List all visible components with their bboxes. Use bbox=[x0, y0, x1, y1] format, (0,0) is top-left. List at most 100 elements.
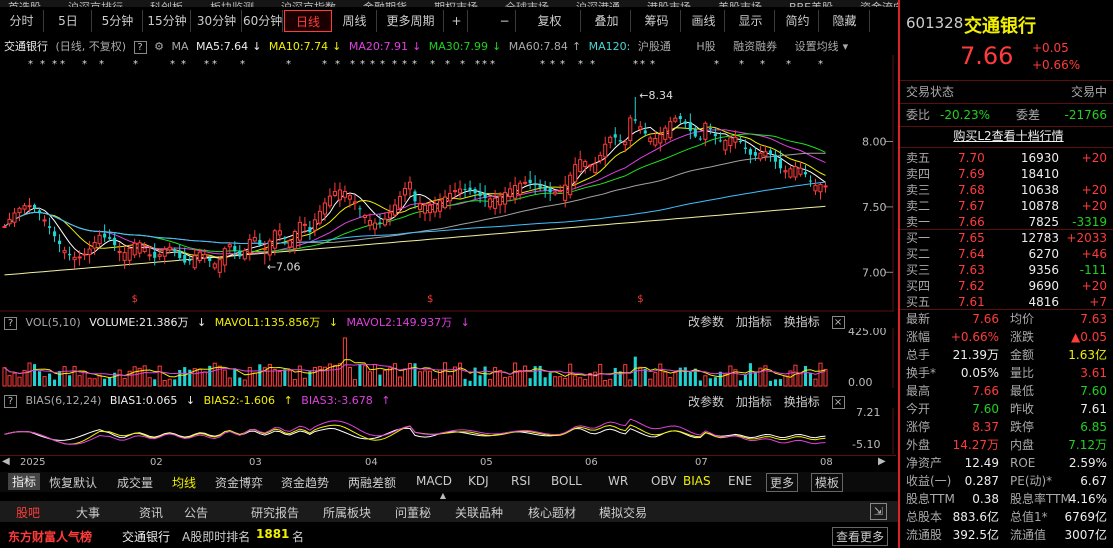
bottom-tab[interactable]: 问董秘 bbox=[395, 504, 431, 521]
bias-help-icon[interactable]: ? bbox=[4, 394, 17, 408]
view-more-button[interactable]: 查看更多 bbox=[832, 527, 889, 546]
settings-gear-icon[interactable]: ⚙ bbox=[154, 40, 164, 53]
timeframe-button[interactable]: 复权 bbox=[519, 10, 581, 32]
scroll-left-icon[interactable]: ◀ bbox=[2, 456, 10, 467]
vol-add-button[interactable]: 加指标 bbox=[736, 315, 772, 329]
timeframe-button[interactable]: 显示 bbox=[727, 10, 775, 32]
bottom-tab[interactable]: 大事 bbox=[76, 504, 100, 521]
set-ma-link[interactable]: 设置均线 bbox=[795, 40, 839, 53]
menu-item[interactable]: 科创板 bbox=[150, 2, 183, 7]
menu-item[interactable]: 沪深京排行 bbox=[68, 2, 123, 7]
collapse-panel-icon[interactable]: ⇲ bbox=[870, 503, 887, 520]
bottom-tab[interactable]: 资讯 bbox=[139, 504, 163, 521]
indicator-tab[interactable]: 更多 bbox=[766, 473, 799, 492]
menu-item[interactable]: 美股市场 bbox=[718, 2, 762, 7]
indicator-tab[interactable]: KDJ bbox=[468, 474, 489, 488]
indicator-tab[interactable]: WR bbox=[608, 474, 628, 488]
bias-add-button[interactable]: 加指标 bbox=[736, 395, 772, 409]
bias-params-button[interactable]: 改参数 bbox=[688, 395, 724, 409]
indicator-tab[interactable]: 资金趋势 bbox=[281, 474, 329, 491]
dividend-marker-icon[interactable]: $ bbox=[637, 294, 643, 305]
timeframe-button[interactable]: 60分钟 bbox=[243, 10, 283, 32]
timeframe-button[interactable]: 5分钟 bbox=[93, 10, 143, 32]
volume-bar bbox=[407, 363, 413, 387]
buy-l2-link[interactable]: 购买L2查看十档行情 bbox=[906, 128, 1111, 145]
bottom-tab[interactable]: 模拟交易 bbox=[599, 504, 647, 521]
dropdown-icon[interactable]: ▾ bbox=[843, 40, 849, 53]
bottom-tabs: 股吧 大事 资讯 公告 研究报告 所属板块 问董秘 关联品种 核心题材 模拟交易 bbox=[0, 501, 900, 522]
indicator-tab[interactable]: 成交量 bbox=[117, 474, 153, 491]
stat-value: 4.16% bbox=[1068, 492, 1107, 506]
kline-chart[interactable]: 8.00 7.50 7.00 ←8.34 ←7.06 $ $ $ bbox=[0, 55, 896, 312]
indicator-tab[interactable]: OBV bbox=[651, 474, 677, 488]
timeframe-button[interactable]: 叠加 bbox=[583, 10, 631, 32]
timeframe-button[interactable]: 简约 bbox=[777, 10, 819, 32]
collapse-arrow-icon[interactable]: ▲ bbox=[436, 492, 450, 500]
indicator-tab[interactable]: MACD bbox=[416, 474, 452, 488]
bias-change-button[interactable]: 换指标 bbox=[784, 395, 820, 409]
menu-item[interactable]: 板块监测 bbox=[210, 2, 254, 7]
bottom-tab[interactable]: 公告 bbox=[184, 504, 208, 521]
vol-change-button[interactable]: 换指标 bbox=[784, 315, 820, 329]
timeframe-button[interactable]: 30分钟 bbox=[192, 10, 242, 32]
menu-item[interactable]: BBE美股 bbox=[789, 2, 833, 7]
indicator-tab[interactable]: 资金博弈 bbox=[215, 474, 263, 491]
volume-bar bbox=[58, 370, 62, 386]
volume-bar bbox=[598, 363, 603, 387]
indicator-tab[interactable]: BIAS bbox=[683, 474, 711, 488]
timeframe-button[interactable]: 5日 bbox=[45, 10, 92, 32]
indicator-tab[interactable]: 恢复默认 bbox=[49, 474, 97, 491]
dividend-marker-icon[interactable]: $ bbox=[132, 294, 138, 305]
bottom-tab[interactable]: 所属板块 bbox=[323, 504, 371, 521]
bottom-tab[interactable]: 研究报告 bbox=[251, 504, 299, 521]
indicator-tab[interactable]: 模板 bbox=[811, 473, 844, 492]
timeframe-button[interactable]: 分时 bbox=[0, 10, 44, 32]
indicator-tab[interactable]: RSI bbox=[511, 474, 531, 488]
volume-bar bbox=[818, 362, 823, 387]
timeframe-button[interactable]: − bbox=[494, 10, 516, 32]
timeframe-button[interactable]: 画线 bbox=[683, 10, 725, 32]
menu-item[interactable]: 港股市场 bbox=[647, 2, 691, 7]
timeframe-button[interactable]: 15分钟 bbox=[144, 10, 191, 32]
volume-bar bbox=[422, 370, 428, 387]
bottom-tab[interactable]: 核心题材 bbox=[528, 504, 576, 521]
menu-item[interactable]: 沪深京指数 bbox=[281, 2, 336, 7]
timeframe-button[interactable]: + bbox=[446, 10, 468, 32]
timeframe-button[interactable]: 筹码 bbox=[633, 10, 681, 32]
indicator-tab[interactable]: 均线 bbox=[172, 474, 196, 491]
dividend-marker-icon[interactable]: $ bbox=[427, 294, 433, 305]
candle bbox=[378, 222, 382, 224]
menu-item[interactable]: 全球市场 bbox=[505, 2, 549, 7]
menu-item[interactable]: 沪深港通 bbox=[576, 2, 620, 7]
chart-mode[interactable]: (日线, 不复权) bbox=[56, 40, 127, 53]
volume-chart[interactable]: 425.00 0.00 bbox=[0, 328, 896, 388]
candle bbox=[222, 248, 227, 266]
timeframe-button[interactable]: 隐藏 bbox=[820, 10, 870, 32]
scroll-right-icon[interactable]: ▶ bbox=[878, 456, 886, 467]
margin-link[interactable]: 融资融券 bbox=[733, 40, 777, 53]
stat-row: 涨停 8.37 跌停 6.85 bbox=[906, 419, 1111, 436]
menu-item[interactable]: 期权市场 bbox=[434, 2, 478, 7]
indicator-tab[interactable]: BOLL bbox=[551, 474, 582, 488]
volume-bar bbox=[147, 377, 152, 387]
stat-label: 外盘 bbox=[906, 438, 931, 452]
menu-item[interactable]: 首选股 bbox=[8, 2, 41, 7]
indicator-tab[interactable]: 指标 bbox=[8, 473, 41, 490]
bias-chart[interactable]: 7.21 -5.10 bbox=[0, 408, 896, 454]
volume-bar bbox=[92, 378, 97, 387]
volume-bar bbox=[573, 375, 578, 387]
bottom-tab[interactable]: 股吧 bbox=[16, 504, 40, 521]
indicator-tab[interactable]: 两融差额 bbox=[348, 474, 396, 491]
vol-params-button[interactable]: 改参数 bbox=[688, 315, 724, 329]
indicator-tab[interactable]: ENE bbox=[728, 474, 752, 488]
timeframe-button[interactable]: 更多周期 bbox=[378, 10, 444, 32]
timeframe-button[interactable]: 日线 bbox=[284, 10, 332, 32]
menu-item[interactable]: 金融期货 bbox=[363, 2, 407, 7]
timeframe-button[interactable]: 周线 bbox=[333, 10, 377, 32]
h-share-link[interactable]: H股 bbox=[696, 40, 715, 53]
candle bbox=[22, 205, 27, 210]
menu-item[interactable]: 资金流向 bbox=[860, 2, 900, 7]
hgt-link[interactable]: 沪股通 bbox=[638, 40, 671, 53]
bottom-tab[interactable]: 关联品种 bbox=[455, 504, 503, 521]
help-icon[interactable]: ? bbox=[133, 40, 147, 54]
